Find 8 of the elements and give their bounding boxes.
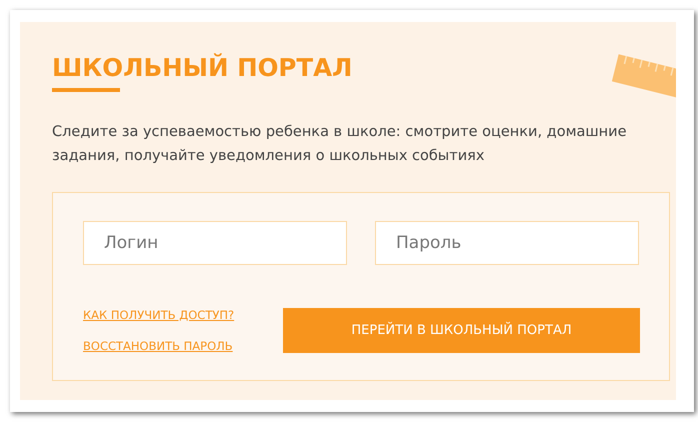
description-text: Следите за успеваемостью ребенка в школе: смотрите оценки, домашние задания, получайте уведомления о школьных событиях	[52, 123, 628, 166]
portal-title: ШКОЛЬНЫЙ ПОРТАЛ	[52, 52, 352, 84]
submit-button[interactable]: ПЕРЕЙТИ В ШКОЛЬНЫЙ ПОРТАЛ	[283, 308, 640, 353]
help-link[interactable]: КАК ПОЛУЧИТЬ ДОСТУП?	[83, 308, 234, 322]
password-field[interactable]: Пароль	[375, 221, 639, 265]
help-link[interactable]: ВОССТАНОВИТЬ ПАРОЛЬ	[83, 339, 234, 353]
login-field[interactable]: Логин	[83, 221, 347, 265]
title-underline	[52, 88, 120, 92]
